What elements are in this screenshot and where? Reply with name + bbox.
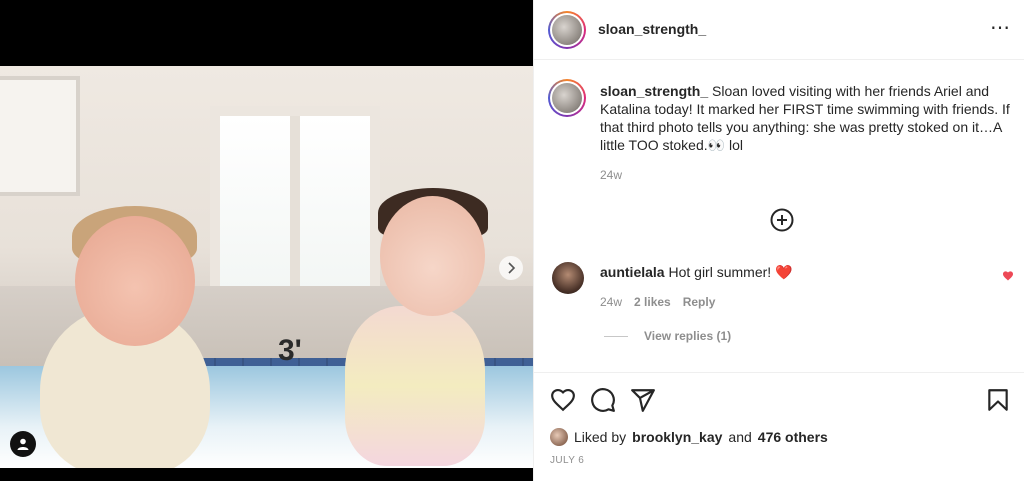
child-right-body [345, 306, 485, 466]
more-options-icon[interactable]: ⋯ [990, 18, 1011, 38]
share-paper-plane-icon[interactable] [630, 387, 656, 413]
caption-time[interactable]: 24w [600, 168, 622, 182]
likes-summary: Liked by brooklyn_kay and 476 others [550, 428, 828, 446]
comment-meta: 24w 2 likes Reply [600, 295, 715, 309]
child-right-head [380, 196, 485, 316]
chevron-right-icon [508, 262, 516, 274]
comment-time[interactable]: 24w [600, 295, 622, 309]
post-actions [534, 372, 1024, 424]
comment-bubble-icon[interactable] [590, 387, 616, 413]
likes-prefix: Liked by [574, 429, 627, 445]
load-more-comments-icon[interactable] [770, 208, 794, 232]
liker-avatar[interactable] [550, 428, 568, 446]
caption-avatar[interactable] [548, 79, 586, 117]
view-replies[interactable]: View replies (1) [604, 329, 731, 343]
comment-like-icon[interactable] [1002, 270, 1014, 282]
comment-username[interactable]: auntielala [600, 264, 665, 280]
next-photo-button[interactable] [499, 256, 523, 280]
child-left-head [75, 216, 195, 346]
post-caption: sloan_strength_ Sloan loved visiting wit… [600, 82, 1015, 154]
commenter-avatar[interactable] [552, 262, 584, 294]
like-heart-icon[interactable] [550, 387, 576, 413]
wall-mirror [0, 76, 80, 196]
replies-divider [604, 335, 628, 337]
comment-reply-button[interactable]: Reply [683, 295, 716, 309]
post-panel: sloan_strength_ ⋯ sloan_strength_ Sloan … [533, 0, 1024, 481]
author-username[interactable]: sloan_strength_ [598, 21, 706, 37]
post-header: sloan_strength_ ⋯ [534, 0, 1024, 60]
caption-username[interactable]: sloan_strength_ [600, 83, 708, 99]
post-photo[interactable]: 3' [0, 66, 533, 468]
likes-and: and [728, 429, 752, 445]
likes-others[interactable]: 476 others [758, 429, 828, 445]
comment: auntielala Hot girl summer! ❤️ [600, 264, 793, 281]
post-media: 3' [0, 0, 533, 481]
user-tag-icon [17, 438, 29, 450]
pool-depth-marker: 3' [278, 334, 302, 367]
view-replies-label[interactable]: View replies (1) [644, 329, 731, 343]
comment-likes[interactable]: 2 likes [634, 295, 671, 309]
comment-text: Hot girl summer! ❤️ [668, 264, 793, 280]
author-avatar[interactable] [548, 11, 586, 49]
user-tag-button[interactable] [10, 431, 36, 457]
liker-username[interactable]: brooklyn_kay [632, 429, 722, 445]
post-date[interactable]: JULY 6 [550, 455, 584, 466]
save-bookmark-icon[interactable] [985, 387, 1011, 413]
